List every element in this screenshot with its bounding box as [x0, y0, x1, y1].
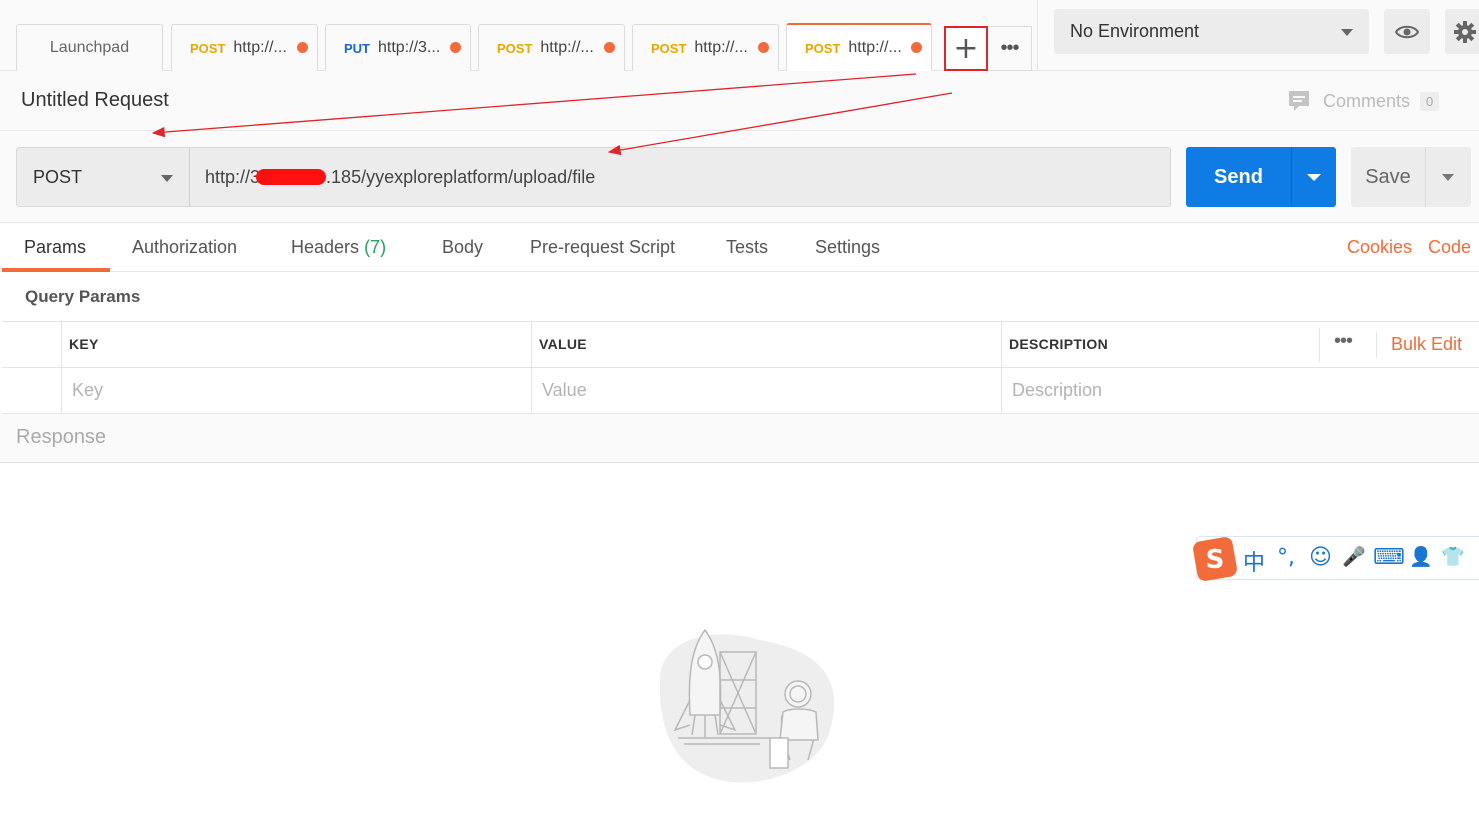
environment-select[interactable]: No Environment: [1054, 9, 1369, 54]
url-text-prefix: http://3: [205, 166, 261, 187]
query-params-title: Query Params: [25, 287, 141, 306]
sogou-logo-icon[interactable]: S: [1193, 537, 1237, 581]
tab-method: POST: [651, 40, 687, 56]
bulk-edit-link[interactable]: Bulk Edit: [1391, 334, 1462, 355]
environment-quick-look-button[interactable]: [1384, 9, 1430, 54]
column-header-description: DESCRIPTION: [1009, 336, 1108, 352]
request-tabs: Params Authorization Headers (7) Body Pr…: [0, 223, 1479, 272]
more-tabs-button[interactable]: •••: [988, 26, 1032, 71]
chevron-down-icon: [1341, 29, 1353, 36]
skin-icon[interactable]: 👕: [1441, 545, 1465, 568]
tab-request[interactable]: POST http://...: [478, 24, 625, 71]
tab-method: POST: [805, 40, 841, 56]
key-input[interactable]: Key: [72, 380, 103, 401]
comment-icon: [1289, 91, 1309, 111]
save-label: Save: [1365, 165, 1411, 188]
column-divider: [1001, 322, 1002, 414]
column-divider: [1319, 328, 1320, 362]
unsaved-dot-icon: [758, 42, 769, 53]
tab-pre-request-script[interactable]: Pre-request Script: [530, 237, 675, 258]
tab-params[interactable]: Params: [24, 237, 86, 258]
request-title-bar: Untitled Request Comments 0: [0, 71, 1479, 131]
column-header-key: KEY: [69, 336, 99, 352]
emoji-icon[interactable]: ☺: [1309, 545, 1332, 570]
send-options-button[interactable]: [1291, 147, 1336, 207]
ime-toolbar: S 中 °, ☺ 🎤 ⌨ 👤 👕: [1193, 536, 1479, 581]
rocket-astronaut-illustration: [659, 628, 835, 783]
save-options-button[interactable]: [1425, 147, 1471, 207]
method-label: POST: [33, 166, 83, 187]
url-input[interactable]: http://3 .185/yyexploreplatform/upload/fi…: [189, 147, 1171, 207]
keyboard-icon[interactable]: ⌨: [1373, 545, 1405, 570]
tab-method: POST: [497, 40, 533, 56]
column-header-value: VALUE: [539, 336, 587, 352]
tab-body[interactable]: Body: [442, 237, 483, 258]
comments-count-badge: 0: [1420, 91, 1440, 111]
annotation-highlight-box: [944, 26, 988, 71]
comments-label: Comments: [1323, 90, 1411, 111]
tab-url: http://...: [694, 39, 748, 56]
tab-authorization[interactable]: Authorization: [132, 237, 237, 258]
tab-settings[interactable]: Settings: [815, 237, 880, 258]
tab-request-active[interactable]: POST http://...: [786, 23, 932, 71]
tab-label: Launchpad: [49, 39, 130, 56]
cookies-link[interactable]: Cookies: [1347, 237, 1412, 258]
tab-method: POST: [190, 40, 226, 56]
column-divider: [61, 322, 62, 414]
method-select[interactable]: POST: [16, 147, 190, 207]
unsaved-dot-icon: [450, 42, 461, 53]
tab-headers-label: Headers: [291, 237, 360, 257]
ime-punctuation[interactable]: °,: [1277, 545, 1295, 570]
tab-tests[interactable]: Tests: [726, 237, 768, 258]
ime-chinese-mode[interactable]: 中: [1243, 545, 1265, 577]
tab-method: PUT: [344, 40, 370, 56]
gear-icon: [1454, 20, 1476, 43]
send-label: Send: [1214, 165, 1263, 188]
headers-count: (7): [364, 237, 387, 257]
query-params-table: KEY VALUE DESCRIPTION ••• Bulk Edit Key …: [2, 321, 1479, 414]
tab-launchpad[interactable]: Launchpad: [16, 24, 163, 71]
tab-url: http://...: [540, 39, 594, 56]
eye-icon: [1395, 25, 1419, 38]
unsaved-dot-icon: [911, 42, 922, 53]
active-tab-indicator: [2, 268, 110, 272]
response-bar: Response: [0, 414, 1479, 463]
tab-url: http://...: [233, 39, 287, 56]
redaction-mark: [256, 169, 327, 185]
more-icon[interactable]: •••: [1334, 330, 1353, 353]
value-input[interactable]: Value: [542, 380, 587, 401]
environment-label: No Environment: [1070, 21, 1200, 41]
microphone-icon[interactable]: 🎤: [1342, 545, 1366, 568]
column-divider: [531, 322, 532, 414]
request-title[interactable]: Untitled Request: [21, 89, 169, 112]
user-icon[interactable]: 👤: [1409, 545, 1433, 568]
code-link[interactable]: Code: [1428, 237, 1471, 258]
tab-url: http://...: [848, 39, 902, 56]
url-bar: POST http://3 .185/yyexploreplatform/uplo…: [0, 131, 1479, 223]
svg-text:S: S: [1206, 545, 1225, 575]
environment-manage-button[interactable]: [1445, 9, 1479, 54]
send-button[interactable]: Send: [1186, 147, 1291, 207]
divider: [1037, 0, 1038, 71]
response-title: Response: [16, 426, 107, 448]
comments-button[interactable]: Comments 0: [1287, 89, 1440, 113]
tab-headers[interactable]: Headers (7): [291, 237, 386, 258]
url-text-suffix: .185/yyexploreplatform/upload/file: [326, 166, 596, 187]
table-header-row: [2, 322, 1479, 368]
more-icon: •••: [1000, 37, 1019, 59]
chevron-down-icon: [161, 175, 173, 182]
description-input[interactable]: Description: [1012, 380, 1102, 401]
tab-request[interactable]: PUT http://3...: [325, 24, 471, 71]
tab-bar: Launchpad POST http://... PUT http://3..…: [0, 0, 1479, 71]
tab-url: http://3...: [378, 39, 441, 56]
unsaved-dot-icon: [604, 42, 615, 53]
column-divider: [1376, 332, 1377, 358]
tab-request[interactable]: POST http://...: [171, 24, 318, 71]
unsaved-dot-icon: [297, 42, 308, 53]
save-button[interactable]: Save: [1351, 147, 1425, 207]
tab-request[interactable]: POST http://...: [632, 24, 779, 71]
